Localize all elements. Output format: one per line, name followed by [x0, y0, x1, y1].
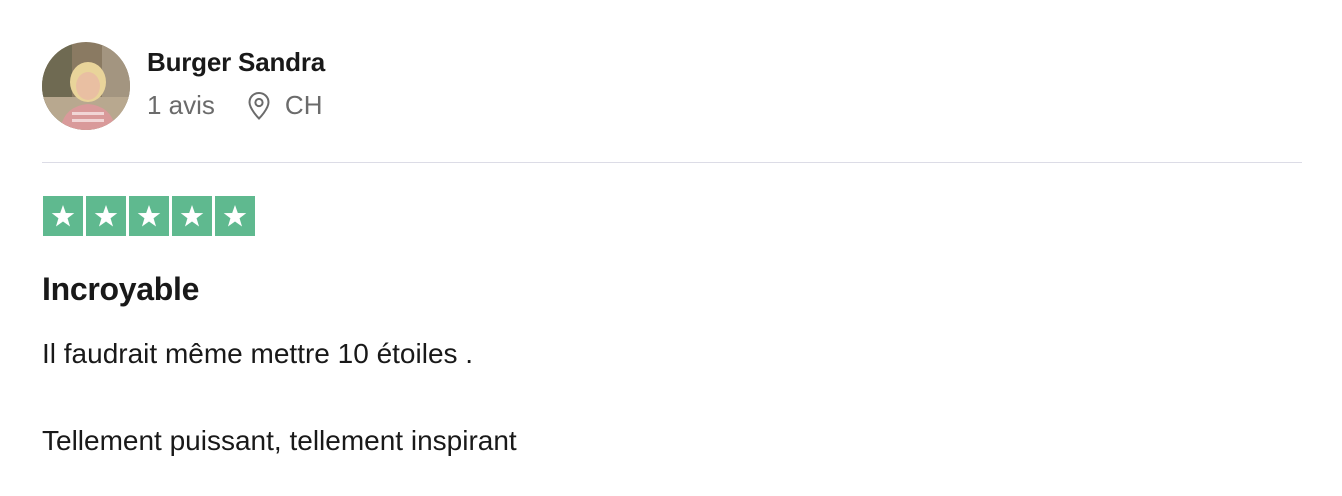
location-pin-icon — [247, 91, 271, 121]
review-count: 1 avis — [147, 90, 215, 120]
star-icon — [215, 196, 255, 236]
review-card: Burger Sandra 1 avis CH Incroyable Il fa… — [0, 0, 1342, 496]
review-paragraph: Il faudrait même mettre 10 étoiles . — [42, 338, 474, 369]
star-rating — [43, 196, 255, 236]
reviewer-meta: 1 avis CH — [147, 90, 322, 121]
divider — [42, 162, 1302, 163]
star-icon — [86, 196, 126, 236]
star-icon — [129, 196, 169, 236]
star-icon — [43, 196, 83, 236]
reviewer-country: CH — [284, 90, 323, 120]
star-icon — [172, 196, 212, 236]
reviewer-name[interactable]: Burger Sandra — [147, 47, 325, 78]
review-paragraph: Tellement puissant, tellement inspirant — [42, 425, 517, 456]
avatar[interactable] — [42, 42, 130, 130]
review-body: Il faudrait même mettre 10 étoiles . Tel… — [42, 334, 517, 461]
review-title[interactable]: Incroyable — [42, 271, 199, 308]
